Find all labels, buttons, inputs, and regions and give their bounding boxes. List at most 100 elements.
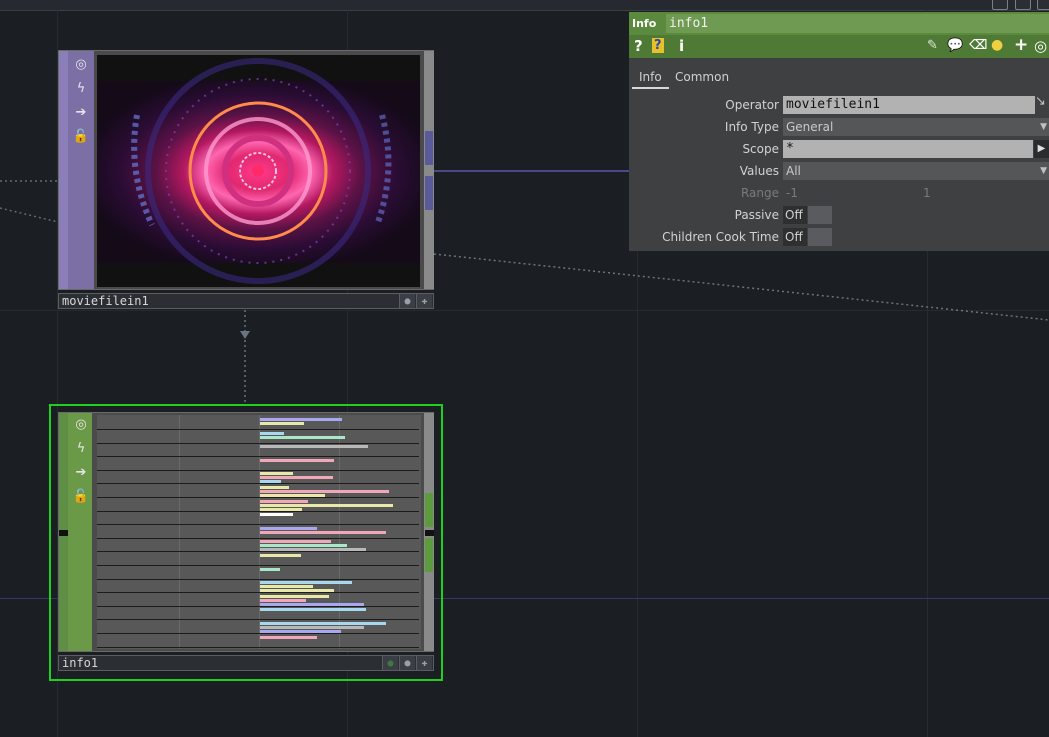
table-cell-mark xyxy=(260,630,341,633)
lock-flag-icon[interactable]: 🔓 xyxy=(71,126,91,146)
bypass-flag-icon[interactable]: ϟ xyxy=(71,78,91,98)
table-row xyxy=(97,551,419,553)
range-min-field[interactable]: -1 xyxy=(786,186,798,200)
node-name: moviefilein1 xyxy=(62,294,149,308)
display-flag-icon[interactable]: ➔ xyxy=(71,102,91,122)
table-row xyxy=(97,537,419,539)
values-label: Values xyxy=(739,164,779,178)
table-row xyxy=(97,619,419,621)
moviefilein-label[interactable]: moviefilein1 ● ✚ xyxy=(58,293,434,309)
table-row xyxy=(97,442,419,444)
table-cell-mark xyxy=(260,503,393,507)
range-max-field[interactable]: 1 xyxy=(923,186,931,200)
info-type-menu[interactable]: General ▼ xyxy=(783,118,1049,136)
operator-field[interactable]: moviefilein1 xyxy=(783,96,1035,114)
table-cell-mark xyxy=(260,594,329,598)
help-icon[interactable]: ? xyxy=(634,37,643,55)
tab-info[interactable]: Info xyxy=(639,70,662,84)
table-cell-mark xyxy=(260,435,345,439)
info-node[interactable]: ◎ ϟ ➔ 🔓 xyxy=(58,412,434,652)
table-cell-mark xyxy=(260,486,289,489)
table-row xyxy=(97,456,419,458)
table-row xyxy=(97,483,419,485)
table-cell-mark xyxy=(260,567,280,571)
table-cell-mark xyxy=(260,608,366,612)
table-cell-mark xyxy=(260,476,333,480)
table-row xyxy=(97,565,419,566)
table-row xyxy=(97,646,419,648)
comment-icon[interactable]: 💬 xyxy=(947,38,963,53)
input-connector xyxy=(59,530,68,536)
info-label[interactable]: info1 ● ● ✚ xyxy=(58,655,434,671)
table-row xyxy=(97,497,419,498)
add-icon[interactable]: + xyxy=(1014,35,1028,55)
bypass-flag-icon[interactable]: ϟ xyxy=(71,438,91,458)
display-flag-icon[interactable]: ➔ xyxy=(71,462,91,482)
movie-viewer[interactable] xyxy=(97,55,420,287)
table-cell-mark xyxy=(260,585,313,589)
passive-toggle[interactable] xyxy=(808,206,832,224)
chevron-down-icon: ▼ xyxy=(1040,122,1047,132)
eraser-icon[interactable]: ⌫ xyxy=(969,38,987,53)
python-help-icon[interactable]: ? xyxy=(652,38,664,53)
passive-label: Passive xyxy=(734,208,779,222)
viewer-flag-icon[interactable]: ◎ xyxy=(71,54,91,74)
play-arrow-icon[interactable]: ▶ xyxy=(1034,140,1049,158)
node-plus-icon[interactable]: ✚ xyxy=(416,294,432,308)
table-cell-mark xyxy=(260,530,386,534)
info-table-viewer[interactable] xyxy=(97,415,421,649)
table-cell-mark xyxy=(260,472,293,476)
node-circle-icon[interactable]: ● xyxy=(382,656,398,670)
table-cell-mark xyxy=(260,554,301,557)
table-cell-mark xyxy=(260,635,317,639)
panel-toolbar: ? ? i ✎ 💬 ⌫ ● + ◎ xyxy=(629,35,1049,58)
target-icon[interactable]: ◎ xyxy=(1034,37,1047,55)
table-cell-mark xyxy=(260,589,334,593)
viewer-flag-icon[interactable]: ◎ xyxy=(71,414,91,434)
range-label: Range xyxy=(740,186,779,200)
output-connector xyxy=(425,538,433,572)
children-cook-time-toggle-label[interactable]: Off xyxy=(783,228,807,246)
values-menu[interactable]: All ▼ xyxy=(783,162,1049,180)
children-cook-time-toggle[interactable] xyxy=(808,228,832,246)
table-cell-mark xyxy=(260,598,306,602)
chevron-down-icon: ▼ xyxy=(1040,166,1047,176)
table-row xyxy=(97,510,419,512)
table-cell-mark xyxy=(260,540,331,544)
pencil-icon[interactable]: ✎ xyxy=(927,38,938,53)
active-tab-underline xyxy=(632,87,669,89)
table-cell-mark xyxy=(260,526,317,530)
table-row xyxy=(97,633,419,634)
table-cell-mark xyxy=(260,418,342,421)
table-cell-mark xyxy=(260,431,284,435)
output-connector xyxy=(425,493,433,527)
node-flag-column: ◎ ϟ ➔ 🔓 xyxy=(68,413,92,651)
table-cell-mark xyxy=(260,622,386,625)
table-cell-mark xyxy=(260,458,334,462)
table-row xyxy=(97,429,419,430)
scope-field[interactable]: * xyxy=(783,140,1033,158)
info-type-label: Info Type xyxy=(724,120,779,134)
info-icon[interactable]: i xyxy=(679,37,684,55)
table-cell-mark xyxy=(260,445,368,449)
node-circle-icon[interactable]: ● xyxy=(399,656,415,670)
table-cell-mark xyxy=(260,480,281,484)
node-name: info1 xyxy=(62,656,99,670)
node-plus-icon[interactable]: ✚ xyxy=(416,656,432,670)
moviefilein-node[interactable]: ◎ ϟ ➔ 🔓 xyxy=(58,50,434,290)
node-right-strip xyxy=(424,51,434,289)
info-type-value: General xyxy=(786,120,834,134)
passive-toggle-label[interactable]: Off xyxy=(783,206,807,224)
python-icon[interactable]: ● xyxy=(991,37,1003,53)
table-cell-mark xyxy=(260,544,347,548)
table-cell-mark xyxy=(260,499,308,503)
lock-flag-icon[interactable]: 🔓 xyxy=(71,486,91,506)
table-cell-mark xyxy=(260,626,364,629)
parameter-panel: Info info1 ? ? i ✎ 💬 ⌫ ● + ◎ Info Common… xyxy=(629,12,1049,251)
tab-common[interactable]: Common xyxy=(675,70,729,84)
operator-name-field[interactable]: info1 xyxy=(666,14,1049,33)
drag-operator-icon[interactable]: ↘ xyxy=(1035,94,1046,109)
node-circle-icon[interactable]: ● xyxy=(399,294,415,308)
scope-label: Scope xyxy=(742,142,779,156)
node-flag-column: ◎ ϟ ➔ 🔓 xyxy=(68,51,94,289)
